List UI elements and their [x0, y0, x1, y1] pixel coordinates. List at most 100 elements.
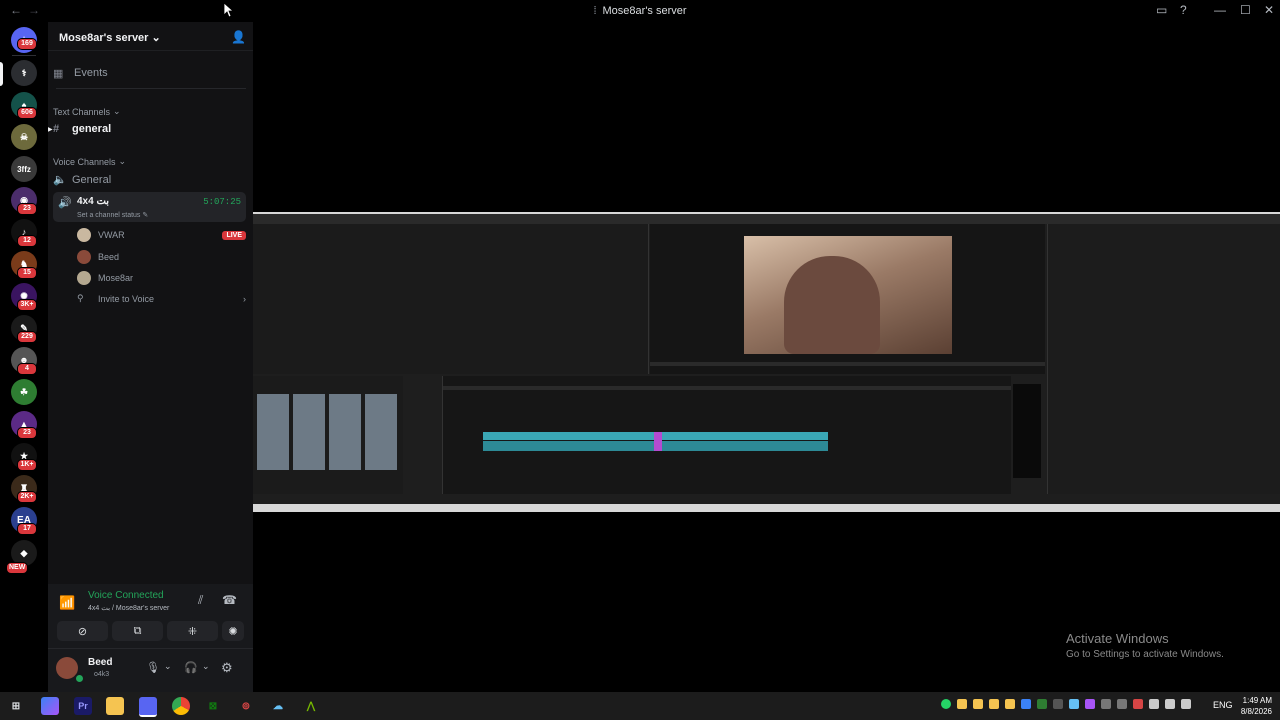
voice-user-beed[interactable]: Beed	[53, 250, 246, 264]
chrome-icon[interactable]	[172, 697, 190, 715]
mouse-cursor-icon	[223, 2, 233, 18]
avatar	[77, 250, 91, 264]
screen-share-icon: ⧉	[133, 624, 142, 637]
user-name: Beed	[88, 657, 113, 668]
purple-clip	[654, 432, 662, 451]
user-status: o4k3	[94, 671, 110, 678]
chevron-down-icon: ⌄	[113, 106, 121, 116]
header-divider	[48, 50, 253, 51]
nvidia-icon[interactable]: ⋀	[302, 697, 320, 715]
tray-icon[interactable]	[1005, 699, 1015, 709]
camera-off-icon: ⊘	[77, 625, 88, 638]
events-item[interactable]: ▦ Events	[53, 66, 246, 80]
activities-icon: ⁜	[187, 625, 198, 638]
watermark-title: Activate Windows	[1066, 631, 1169, 646]
discord-icon[interactable]	[139, 697, 157, 717]
category-text-channels[interactable]: Text Channels ⌄	[53, 106, 246, 117]
tray-icon[interactable]	[973, 699, 983, 709]
activities-button[interactable]: ⁜	[167, 621, 218, 641]
stream-stage[interactable]: Activate Windows Go to Settings to activ…	[253, 22, 1280, 692]
tray-icon[interactable]	[1085, 699, 1095, 709]
editor-menubar	[253, 214, 1280, 224]
tray-icon[interactable]	[1101, 699, 1111, 709]
bluetooth-tray-icon[interactable]	[1021, 699, 1031, 709]
watermark-subtitle: Go to Settings to activate Windows.	[1066, 649, 1224, 660]
steam-icon[interactable]: ☁	[269, 697, 287, 715]
volume-icon[interactable]	[1181, 699, 1191, 709]
speaker-icon: 🔈	[53, 174, 67, 186]
windows-taskbar: ⊞ Pr ⊠ ⊚ ☁ ⋀ ENG 1:49 AM 8/8/2026	[0, 692, 1280, 720]
title-bar: ← → ⁞ Mose8ar's server ▭ ? — ☐ ✕	[0, 0, 1280, 22]
minimize-button[interactable]: —	[1214, 3, 1226, 17]
copilot-icon[interactable]	[41, 697, 59, 715]
screen-share-button[interactable]: ⧉	[112, 621, 163, 641]
invite-to-voice[interactable]: ⚲ Invite to Voice ›	[53, 293, 246, 304]
server-icon-1[interactable]: ⚕	[11, 60, 37, 86]
language-indicator[interactable]: ENG	[1213, 700, 1233, 710]
add-member-icon[interactable]: 👤	[231, 30, 246, 44]
noise-suppression-icon[interactable]: ⫽	[198, 593, 203, 608]
channel-status-placeholder[interactable]: Set a channel status ✎	[77, 211, 148, 219]
category-voice-channels[interactable]: Voice Channels ⌄	[53, 156, 246, 167]
voice-channel-active[interactable]: 🔊 4x4 بت 5:07:25 Set a channel status ✎	[53, 192, 246, 222]
screen-share-video[interactable]	[253, 212, 1280, 512]
hashtag-icon: #	[53, 123, 60, 135]
voice-user-vwar[interactable]: VWAR LIVE	[53, 228, 246, 242]
network-icon[interactable]	[1165, 699, 1175, 709]
panel-divider	[48, 648, 253, 649]
home-badge: 169	[17, 38, 37, 50]
voice-user-mose8ar[interactable]: Mose8ar	[53, 271, 246, 285]
activate-windows-watermark: Activate Windows Go to Settings to activ…	[1066, 631, 1224, 660]
new-badge: NEW	[6, 562, 29, 574]
server-badge: 4	[17, 363, 37, 375]
premiere-icon[interactable]: Pr	[74, 697, 92, 715]
server-list: ✦ 169 ⚕ ♠ 606 ☠ 3ffz ◉ 23 ♪ 12 ♞ 15 ✺ 3K…	[0, 22, 48, 692]
online-status-dot	[74, 673, 85, 684]
timeline-ruler	[443, 386, 1011, 390]
inbox-icon[interactable]: ▭	[1156, 3, 1167, 17]
settings-gear-icon[interactable]: ⚙	[221, 660, 233, 676]
voice-channel-general[interactable]: 🔈 General	[53, 173, 246, 187]
server-icon-3[interactable]: ☠	[11, 124, 37, 150]
tray-icon[interactable]	[957, 699, 967, 709]
server-badge: 23	[17, 203, 37, 215]
microphone-tray-icon[interactable]	[1149, 699, 1159, 709]
server-name-header[interactable]: Mose8ar's server ⌄	[59, 31, 161, 44]
headphones-icon[interactable]: 🎧	[184, 661, 198, 674]
server-icon-3ffz[interactable]: 3ffz	[11, 156, 37, 182]
windows-start-icon[interactable]: ⊞	[7, 697, 25, 715]
whatsapp-tray-icon[interactable]	[941, 699, 951, 709]
server-badge: 3K+	[17, 299, 37, 311]
tray-icon[interactable]	[1053, 699, 1063, 709]
voice-channel-path[interactable]: 4x4 بت / Mose8ar's server	[88, 604, 169, 612]
chevron-down-icon: ⌄	[118, 156, 127, 166]
chevron-down-icon[interactable]: ⌄	[202, 661, 210, 672]
camera-button[interactable]: ⊘	[57, 621, 108, 641]
timeline-panel	[442, 376, 1011, 494]
playback-bar	[650, 362, 1045, 366]
xbox-icon[interactable]: ⊠	[204, 697, 222, 715]
microphone-icon[interactable]: 🎙	[146, 661, 160, 674]
steam-alt-icon[interactable]: ⊚	[237, 697, 255, 715]
close-button[interactable]: ✕	[1264, 3, 1274, 17]
tray-icon[interactable]	[1037, 699, 1047, 709]
taskbar-clock[interactable]: 1:49 AM 8/8/2026	[1238, 695, 1272, 717]
tray-icon[interactable]	[1133, 699, 1143, 709]
events-divider	[56, 88, 246, 89]
audio-meter	[1013, 384, 1041, 478]
tray-icon[interactable]	[1117, 699, 1127, 709]
steam-tray-icon[interactable]	[1069, 699, 1079, 709]
person-silhouette	[784, 256, 880, 354]
server-icon-11[interactable]: ☘	[11, 379, 37, 405]
server-badge: 23	[17, 427, 37, 439]
voice-channel-name: 4x4 بت	[77, 196, 110, 207]
chevron-down-icon[interactable]: ⌄	[164, 661, 172, 672]
maximize-button[interactable]: ☐	[1240, 3, 1251, 17]
server-badge: 606	[17, 107, 37, 119]
help-icon[interactable]: ?	[1180, 3, 1187, 17]
channel-general[interactable]: # general	[53, 123, 246, 135]
soundboard-button[interactable]: ✺	[222, 621, 244, 641]
disconnect-icon[interactable]: ☎	[222, 593, 237, 607]
tray-icon[interactable]	[989, 699, 999, 709]
file-explorer-icon[interactable]	[106, 697, 124, 715]
